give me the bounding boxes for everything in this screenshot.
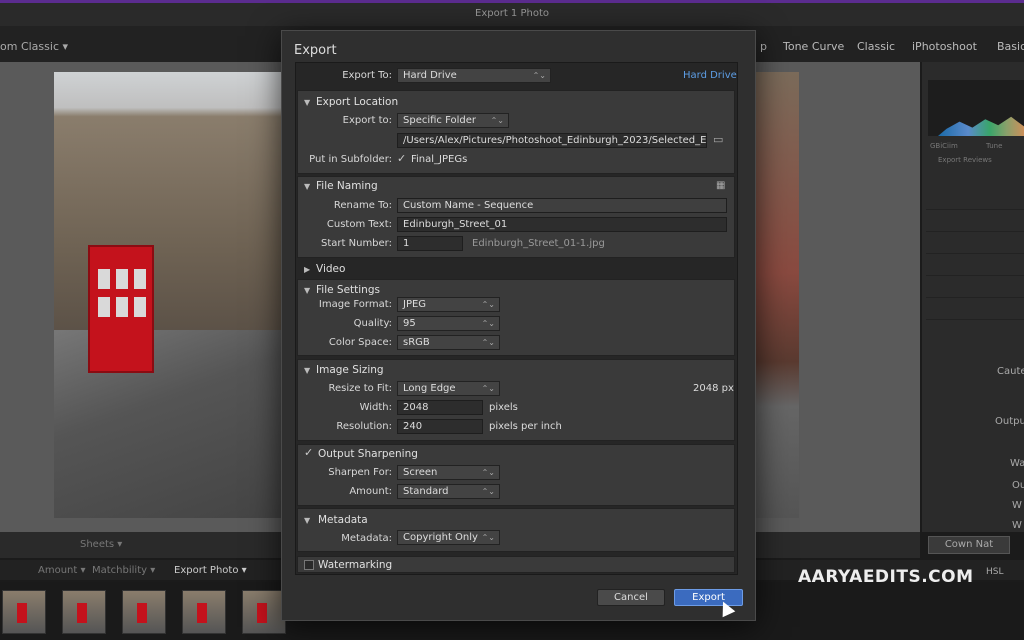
hist-label: GBiCiim xyxy=(930,142,958,150)
panel-row[interactable] xyxy=(926,196,1024,210)
quality-stepper[interactable]: 95 ⌃⌄ xyxy=(397,316,500,331)
resize-select[interactable]: Long Edge ⌃⌄ xyxy=(397,381,500,396)
image-format-select[interactable]: JPEG ⌃⌄ xyxy=(397,297,500,312)
start-number-field[interactable]: 1 xyxy=(397,236,463,251)
image-format-label: Image Format: xyxy=(318,299,392,310)
export-to-folder-label: Export to: xyxy=(342,115,392,126)
sharpening-checkbox[interactable]: ✓ xyxy=(304,446,313,459)
export-button[interactable]: Export xyxy=(674,589,743,606)
panel-tab-p[interactable]: p xyxy=(760,40,767,53)
window-title: Export 1 Photo xyxy=(475,8,549,19)
panel-label: Wa xyxy=(1010,458,1024,469)
resize-label: Resize to Fit: xyxy=(328,383,392,394)
panel-row[interactable] xyxy=(926,284,1024,298)
folder-path-field[interactable]: /Users/Alex/Pictures/Photoshoot_Edinburg… xyxy=(397,133,707,148)
watermark-text: AARYAEDITS.COM xyxy=(798,567,974,587)
rename-select[interactable]: Custom Name - Sequence xyxy=(397,198,727,213)
collapse-triangle-icon[interactable]: ▼ xyxy=(304,182,310,191)
quality-label: Quality: xyxy=(353,318,392,329)
export-to-select[interactable]: Hard Drive ⌃⌄ xyxy=(397,68,551,83)
section-header-naming[interactable]: File Naming xyxy=(316,180,378,192)
color-space-select[interactable]: sRGB ⌃⌄ xyxy=(397,335,500,350)
sharpen-for-select[interactable]: Screen ⌃⌄ xyxy=(397,465,500,480)
hsl-label[interactable]: HSL xyxy=(986,567,1004,577)
collapse-triangle-icon[interactable]: ▼ xyxy=(304,366,310,375)
rename-label: Rename To: xyxy=(333,200,392,211)
filmstrip-label[interactable]: Export Photo ▾ xyxy=(174,565,247,576)
panel-label: Caute xyxy=(997,366,1024,377)
subfolder-checkbox[interactable]: ✓ xyxy=(397,152,406,165)
folder-icon[interactable]: ▭ xyxy=(713,133,723,146)
collapse-triangle-icon[interactable]: ▼ xyxy=(304,516,310,525)
folder-type-select[interactable]: Specific Folder ⌃⌄ xyxy=(397,113,509,128)
custom-text-field[interactable]: Edinburgh_Street_01 xyxy=(397,217,727,232)
collapse-triangle-icon[interactable]: ▼ xyxy=(304,98,310,107)
amount-dropdown[interactable]: Amount ▾ xyxy=(38,565,86,576)
panel-label: Outpu xyxy=(995,416,1024,427)
export-reviews-label: Export Reviews xyxy=(938,156,992,164)
resize-px-readout: 2048 px xyxy=(693,383,734,394)
panel-tab-tone-curve[interactable]: Tone Curve xyxy=(783,40,844,53)
panel-tab-iphotoshoot[interactable]: iPhotoshoot xyxy=(912,40,977,53)
section-header-location[interactable]: Export Location xyxy=(316,96,398,108)
metadata-label: Metadata: xyxy=(341,533,392,544)
panel-row[interactable] xyxy=(926,218,1024,232)
metadata-select[interactable]: Copyright Only ⌃⌄ xyxy=(397,530,500,545)
start-number-label: Start Number: xyxy=(321,238,392,249)
matchability-dropdown[interactable]: Matchbility ▾ xyxy=(92,565,155,576)
panel-row[interactable] xyxy=(926,262,1024,276)
export-to-label: Export To: xyxy=(342,70,392,81)
sheets-dropdown[interactable]: Sheets ▾ xyxy=(80,539,122,550)
resolution-label: Resolution: xyxy=(336,421,392,432)
profile-dropdown[interactable]: om Classic ▾ xyxy=(0,40,68,53)
panel-button[interactable]: Cown Nat xyxy=(928,536,1010,554)
section-header-video[interactable]: Video xyxy=(316,263,345,275)
custom-text-label: Custom Text: xyxy=(326,219,392,230)
width-label: Width: xyxy=(359,402,392,413)
panel-label: W xyxy=(1012,500,1022,511)
filmstrip-thumbnail[interactable] xyxy=(242,590,286,634)
sharpen-for-label: Sharpen For: xyxy=(328,467,392,478)
filmstrip-thumbnail[interactable] xyxy=(182,590,226,634)
expand-triangle-icon[interactable]: ▶ xyxy=(304,265,310,274)
section-header-sharpening[interactable]: Output Sharpening xyxy=(318,448,418,460)
section-header-sizing[interactable]: Image Sizing xyxy=(316,364,384,376)
section-header-watermarking[interactable]: Watermarking xyxy=(318,559,392,571)
panel-row[interactable] xyxy=(926,306,1024,320)
watermarking-checkbox[interactable] xyxy=(304,560,314,570)
panel-row[interactable] xyxy=(926,240,1024,254)
phone-box-image xyxy=(88,245,154,373)
panel-tab-classic[interactable]: Classic xyxy=(857,40,895,53)
section-header-metadata[interactable]: Metadata xyxy=(318,514,368,526)
photo-preview-right xyxy=(756,72,799,518)
resolution-unit: pixels per inch xyxy=(489,421,562,432)
sharpen-amount-select[interactable]: Standard ⌃⌄ xyxy=(397,484,500,499)
collapse-triangle-icon[interactable]: ▼ xyxy=(304,286,310,295)
filmstrip-thumbnail[interactable] xyxy=(62,590,106,634)
grid-icon[interactable]: ▦ xyxy=(716,180,725,191)
width-unit: pixels xyxy=(489,402,518,413)
preset-link[interactable]: Hard Drive xyxy=(683,70,737,81)
resolution-field[interactable]: 240 xyxy=(397,419,483,434)
hist-label: Tune xyxy=(986,142,1003,150)
panel-label: Ou xyxy=(1012,480,1024,491)
color-space-label: Color Space: xyxy=(328,337,392,348)
dialog-title: Export xyxy=(294,43,337,58)
cancel-button[interactable]: Cancel xyxy=(597,589,665,606)
filename-example: Edinburgh_Street_01-1.jpg xyxy=(472,238,605,249)
filmstrip-thumbnail[interactable] xyxy=(122,590,166,634)
sharpen-amount-label: Amount: xyxy=(349,486,392,497)
panel-label: W xyxy=(1012,520,1022,531)
section-header-file-settings[interactable]: File Settings xyxy=(316,284,380,296)
subfolder-label: Put in Subfolder: xyxy=(309,154,392,165)
filmstrip-thumbnail[interactable] xyxy=(2,590,46,634)
width-field[interactable]: 2048 xyxy=(397,400,483,415)
subfolder-value: Final_JPEGs xyxy=(411,154,468,165)
panel-tab-basic[interactable]: Basic xyxy=(997,40,1024,53)
